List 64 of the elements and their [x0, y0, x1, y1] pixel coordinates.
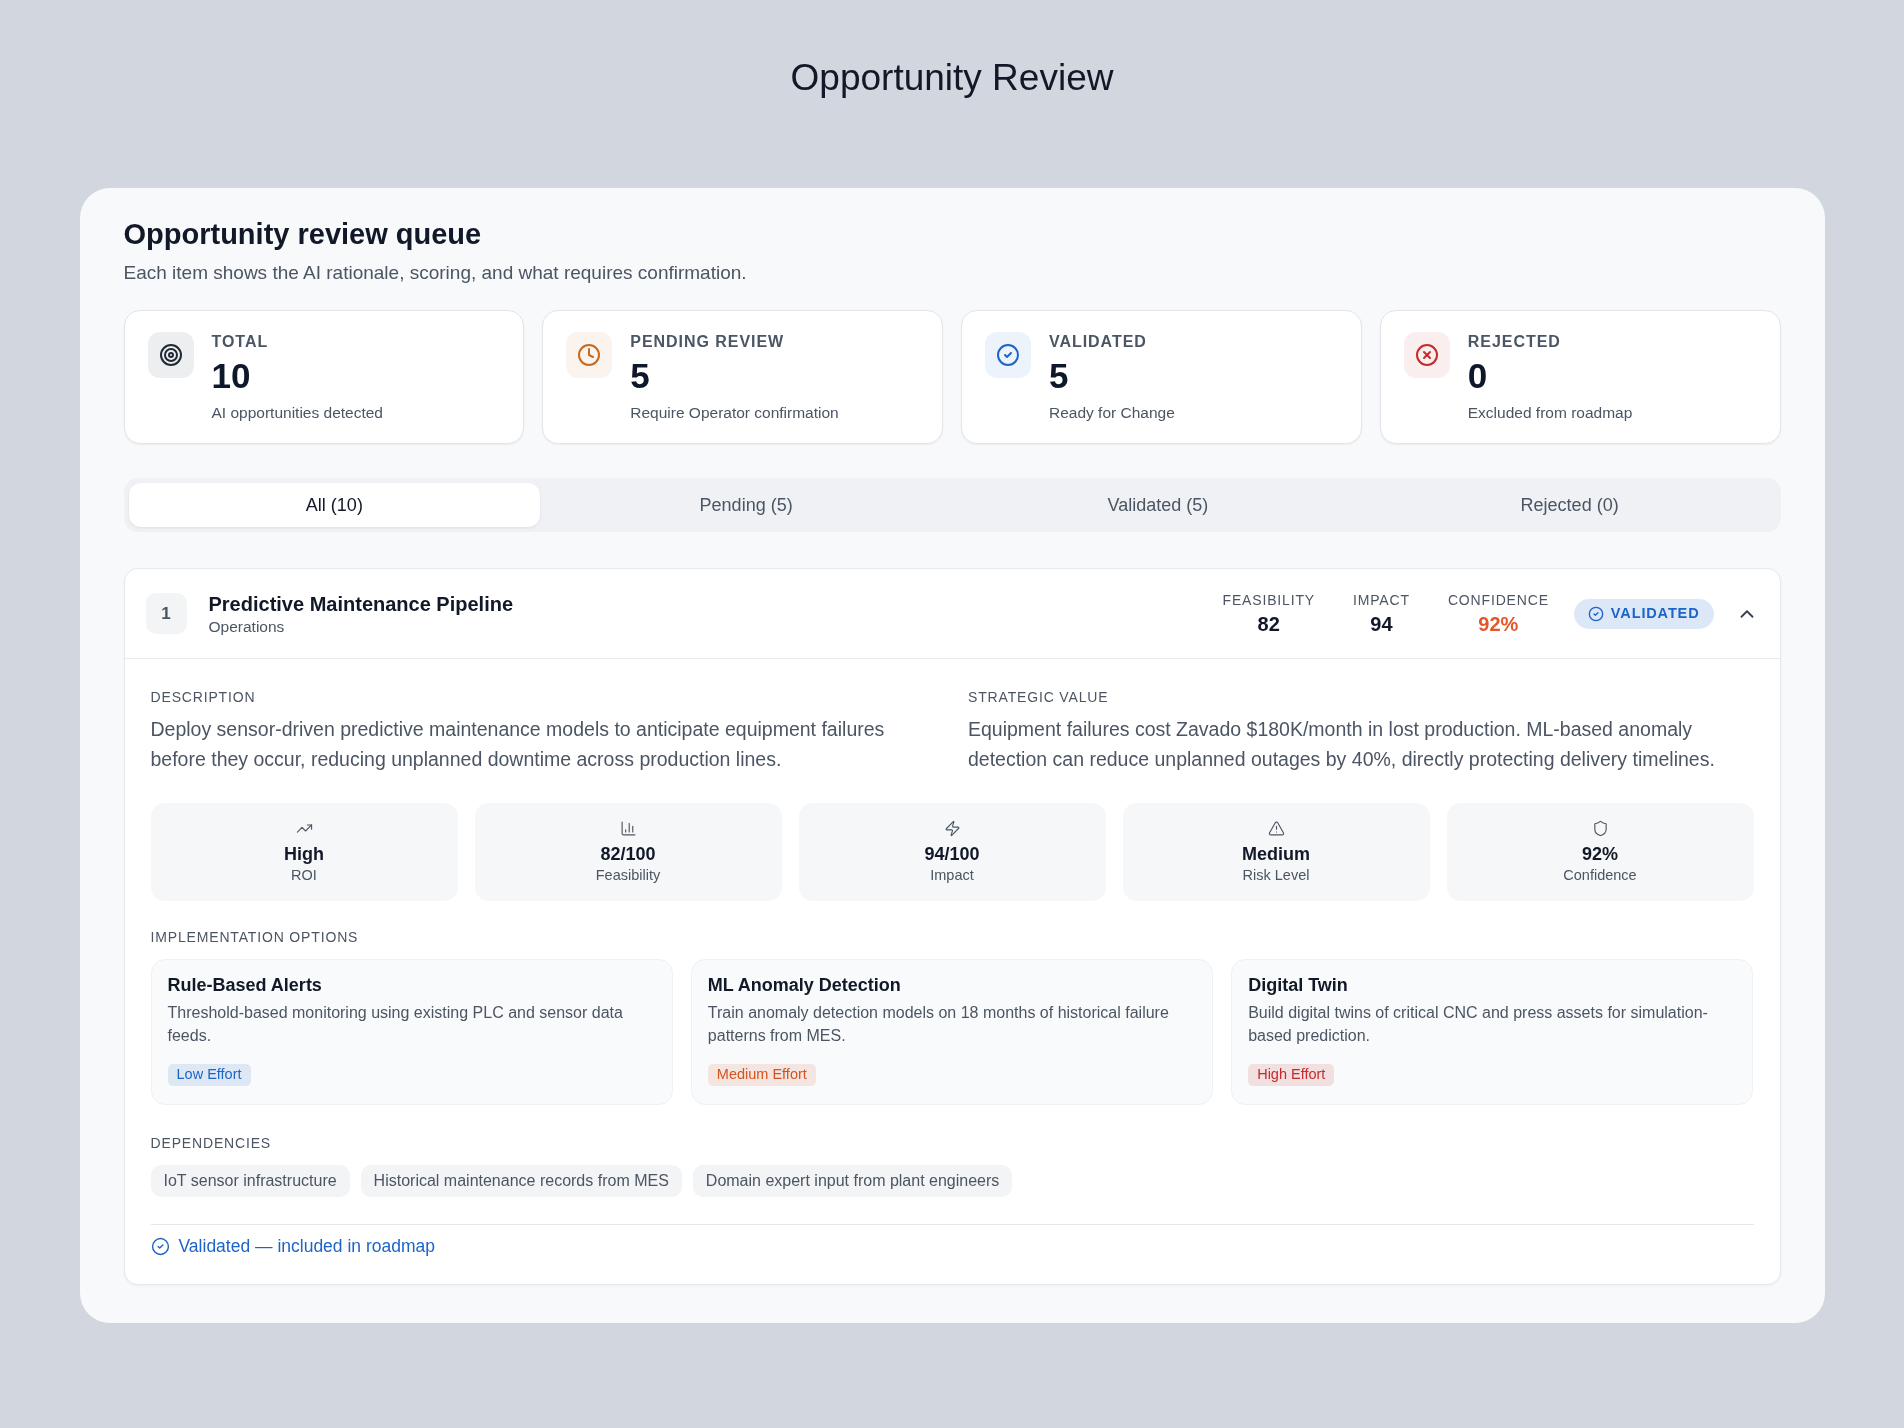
queue-title: Opportunity review queue	[123, 217, 483, 252]
check-circle-icon	[1587, 605, 1604, 622]
score-value: 94	[1370, 612, 1393, 636]
option-description: Threshold-based monitoring using existing PLC and sensor data feeds.	[167, 1003, 624, 1046]
effort-tag: High Effort	[1248, 1064, 1335, 1086]
stat-value: 5	[630, 357, 651, 395]
opportunity-title: Predictive Maintenance Pipeline	[208, 591, 514, 617]
stat-value: 0	[1467, 357, 1489, 395]
check-circle-icon	[150, 1236, 170, 1256]
status-note: Validated — included in roadmap	[178, 1235, 435, 1257]
stat-label: VALIDATED	[1049, 332, 1148, 352]
stat-caption: Ready for Change	[1049, 403, 1175, 423]
metric-label: Risk Level	[1242, 866, 1310, 884]
stat-label: REJECTED	[1467, 332, 1562, 352]
stat-value: 10	[211, 357, 252, 395]
section-label: IMPLEMENTATION OPTIONS	[150, 928, 360, 946]
metric-value: 94/100	[924, 843, 980, 865]
warning-triangle-icon	[1267, 820, 1285, 837]
option-description: Build digital twins of critical CNC and press assets for simulation-based prediction.	[1248, 1003, 1709, 1046]
stat-value: 5	[1049, 357, 1070, 395]
stat-caption: Require Operator confirmation	[630, 403, 839, 423]
score-label: IMPACT	[1353, 591, 1410, 609]
filter-tab[interactable]: Pending (5)	[540, 483, 952, 527]
option-title: ML Anomaly Detection	[707, 974, 901, 997]
lightning-icon	[943, 820, 961, 837]
dependency-chip: Historical maintenance records from MES	[360, 1165, 682, 1197]
rank-number: 1	[145, 593, 187, 634]
effort-tag: Medium Effort	[707, 1064, 816, 1086]
metric-label: Feasibility	[595, 866, 661, 884]
queue-subtitle: Each item shows the AI rationale, scoring, and what requires confirmation.	[123, 261, 748, 285]
section-text: Equipment failures cost Zavado $180K/month in lost production. ML-based anomaly detection can reduce unplanned outages by 40%, directly protecting delivery timelines.	[968, 717, 1716, 772]
stat-label: PENDING REVIEW	[630, 332, 786, 352]
score-label: FEASIBILITY	[1222, 591, 1315, 609]
metric-value: 82/100	[600, 843, 656, 865]
dependency-chip: IoT sensor infrastructure	[150, 1165, 350, 1197]
option-title: Digital Twin	[1248, 974, 1348, 997]
metric-value: 92%	[1582, 843, 1618, 865]
score-label: CONFIDENCE	[1447, 591, 1549, 609]
metric-label: Confidence	[1563, 866, 1637, 884]
dependency-chip: Domain expert input from plant engineers	[692, 1165, 1013, 1197]
option-description: Train anomaly detection models on 18 months of historical failure patterns from MES.	[707, 1003, 1170, 1046]
score-value: 92%	[1478, 612, 1519, 636]
metric-label: Impact	[930, 866, 974, 884]
status-badge: VALIDATED	[1573, 598, 1714, 629]
filter-tab[interactable]: Rejected (0)	[1363, 483, 1776, 527]
stat-label: TOTAL	[211, 332, 270, 352]
metric-label: ROI	[291, 866, 317, 884]
stat-caption: AI opportunities detected	[211, 403, 383, 423]
stat-caption: Excluded from roadmap	[1467, 403, 1633, 423]
page-title: Opportunity Review	[790, 56, 1114, 100]
section-text: Deploy sensor-driven predictive maintenance models to anticipate equipment failures before they occur, reducing unplanned downtime across production lines.	[150, 717, 886, 772]
shield-icon	[1591, 820, 1609, 837]
metric-value: High	[284, 843, 324, 865]
filter-tab[interactable]: All (10)	[128, 483, 541, 527]
bar-chart-icon	[619, 820, 637, 837]
metric-value: Medium	[1242, 843, 1310, 865]
section-label: STRATEGIC VALUE	[968, 688, 1110, 706]
effort-tag: Low Effort	[167, 1064, 251, 1086]
option-title: Rule-Based Alerts	[167, 974, 322, 997]
score-value: 82	[1257, 612, 1280, 636]
filter-tab[interactable]: Validated (5)	[952, 483, 1364, 527]
section-label: DESCRIPTION	[150, 688, 257, 706]
opportunity-category: Operations	[208, 616, 286, 637]
section-label: DEPENDENCIES	[150, 1134, 273, 1152]
